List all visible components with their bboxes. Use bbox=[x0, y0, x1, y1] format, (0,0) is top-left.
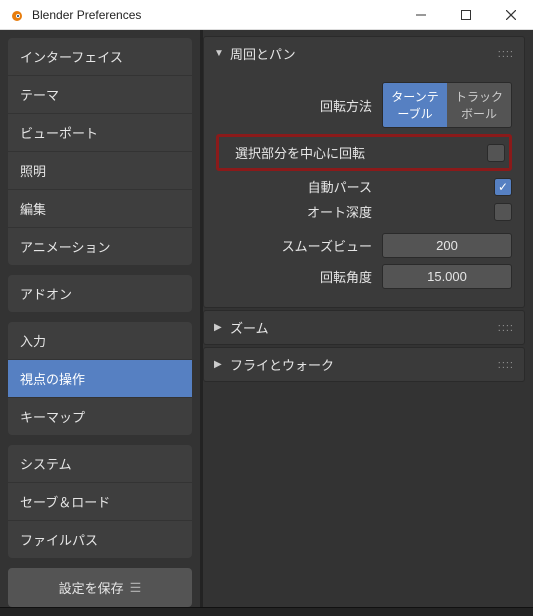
rotate-around-selection-label: 選択部分を中心に回転 bbox=[223, 143, 375, 162]
sidebar-item[interactable]: インターフェイス bbox=[8, 38, 192, 76]
sidebar-item[interactable]: 編集 bbox=[8, 190, 192, 228]
sidebar-item[interactable]: システム bbox=[8, 445, 192, 483]
grip-icon: :::: bbox=[498, 48, 514, 60]
sidebar-item[interactable]: セーブ＆ロード bbox=[8, 483, 192, 521]
sidebar-item[interactable]: キーマップ bbox=[8, 398, 192, 435]
rotation-method-toggle[interactable]: ターンテーブル トラックボール bbox=[382, 82, 512, 128]
rotation-method-label: 回転方法 bbox=[216, 96, 382, 115]
smooth-view-label: スムーズビュー bbox=[216, 236, 382, 255]
sidebar-item[interactable]: ビューポート bbox=[8, 114, 192, 152]
close-button[interactable] bbox=[488, 0, 533, 29]
panel-fly-walk: ▶ フライとウォーク :::: bbox=[203, 347, 525, 382]
blender-logo-icon bbox=[8, 7, 24, 23]
highlighted-setting: 選択部分を中心に回転 bbox=[216, 134, 512, 171]
panel-title: 周回とパン bbox=[230, 44, 296, 63]
disclosure-right-icon: ▶ bbox=[214, 322, 224, 333]
titlebar: Blender Preferences bbox=[0, 0, 533, 30]
panel-zoom: ▶ ズーム :::: bbox=[203, 310, 525, 345]
disclosure-down-icon: ▼ bbox=[214, 48, 224, 59]
save-preferences-label: 設定を保存 bbox=[59, 578, 124, 597]
rotation-angle-field[interactable]: 15.000 bbox=[382, 264, 512, 289]
sidebar-item[interactable]: 照明 bbox=[8, 152, 192, 190]
sidebar-item[interactable]: 視点の操作 bbox=[8, 360, 192, 398]
grip-icon: :::: bbox=[498, 322, 514, 334]
smooth-view-field[interactable]: 200 bbox=[382, 233, 512, 258]
bottom-bar bbox=[0, 607, 533, 616]
rotation-method-option-0[interactable]: ターンテーブル bbox=[383, 83, 447, 127]
auto-depth-label: オート深度 bbox=[216, 202, 382, 221]
disclosure-right-icon: ▶ bbox=[214, 359, 224, 370]
panel-header-orbit[interactable]: ▼ 周回とパン :::: bbox=[204, 37, 524, 70]
save-preferences-button[interactable]: 設定を保存 ☰ bbox=[8, 568, 192, 607]
panel-header-zoom[interactable]: ▶ ズーム :::: bbox=[204, 311, 524, 344]
rotation-angle-label: 回転角度 bbox=[216, 267, 382, 286]
workspace: インターフェイステーマビューポート照明編集アニメーションアドオン入力視点の操作キ… bbox=[0, 30, 533, 607]
auto-perspective-checkbox[interactable]: ✓ bbox=[494, 178, 512, 196]
main-panel: ▼ 周回とパン :::: 回転方法 ターンテーブル トラックボール bbox=[203, 30, 533, 607]
sidebar-item[interactable]: アニメーション bbox=[8, 228, 192, 265]
auto-perspective-label: 自動パース bbox=[216, 177, 382, 196]
grip-icon: :::: bbox=[498, 359, 514, 371]
sidebar-item[interactable]: アドオン bbox=[8, 275, 192, 312]
panel-orbit-and-pan: ▼ 周回とパン :::: 回転方法 ターンテーブル トラックボール bbox=[203, 36, 525, 308]
panel-title: ズーム bbox=[230, 318, 269, 337]
panel-header-fly[interactable]: ▶ フライとウォーク :::: bbox=[204, 348, 524, 381]
rotate-around-selection-checkbox[interactable] bbox=[487, 144, 505, 162]
sidebar: インターフェイステーマビューポート照明編集アニメーションアドオン入力視点の操作キ… bbox=[0, 30, 200, 607]
sidebar-item[interactable]: ファイルパス bbox=[8, 521, 192, 558]
panel-title: フライとウォーク bbox=[230, 355, 334, 374]
minimize-button[interactable] bbox=[398, 0, 443, 29]
sidebar-item[interactable]: テーマ bbox=[8, 76, 192, 114]
menu-indicator-icon: ☰ bbox=[130, 580, 142, 596]
maximize-button[interactable] bbox=[443, 0, 488, 29]
window-title: Blender Preferences bbox=[32, 8, 398, 22]
rotation-method-option-1[interactable]: トラックボール bbox=[447, 83, 511, 127]
sidebar-item[interactable]: 入力 bbox=[8, 322, 192, 360]
auto-depth-checkbox[interactable] bbox=[494, 203, 512, 221]
